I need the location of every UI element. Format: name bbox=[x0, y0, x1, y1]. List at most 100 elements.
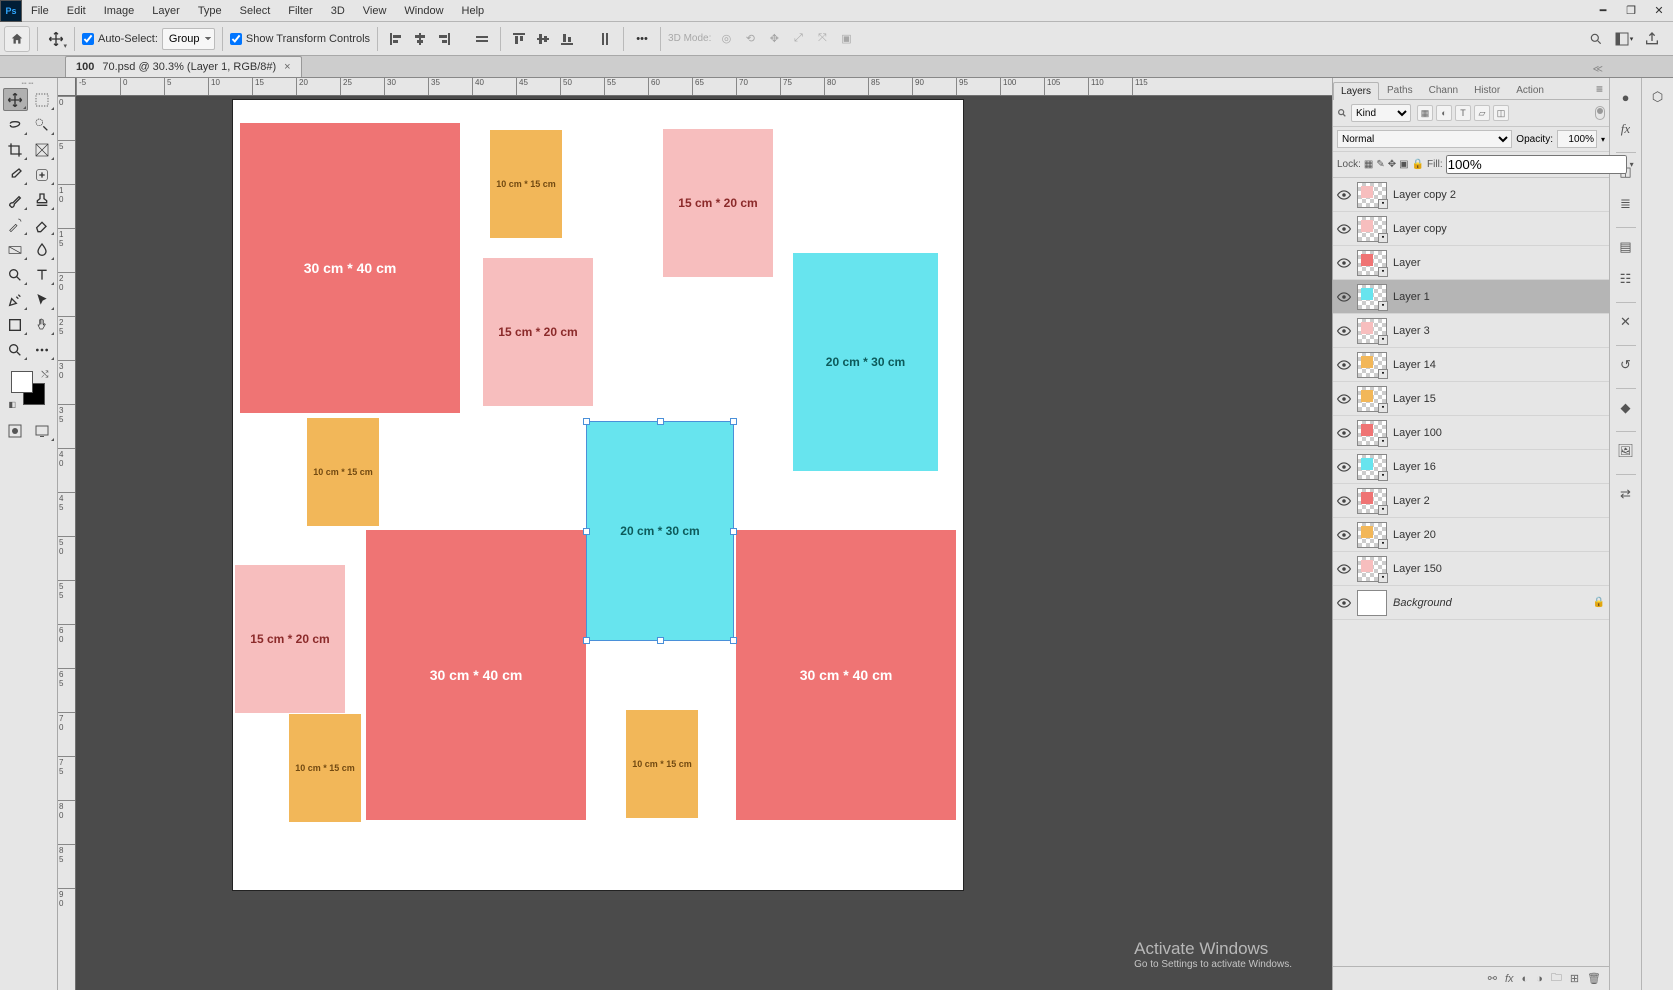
layer-row[interactable]: ▪Layer 20 bbox=[1333, 518, 1609, 552]
quick-mask-icon[interactable] bbox=[3, 419, 28, 442]
layer-name[interactable]: Layer copy 2 bbox=[1393, 189, 1605, 201]
ruler-vertical[interactable]: 051015202530354045505560657075808590 bbox=[58, 96, 76, 990]
history-panel-icon[interactable]: ↺ bbox=[1613, 352, 1639, 378]
align-right-icon[interactable] bbox=[433, 28, 455, 50]
panel-tab-paths[interactable]: Paths bbox=[1379, 81, 1421, 99]
transform-bounding-box[interactable] bbox=[586, 421, 734, 641]
panel-tab-histor[interactable]: Histor bbox=[1466, 81, 1508, 99]
delete-layer-icon[interactable]: 🗑 bbox=[1587, 972, 1601, 985]
share-icon[interactable] bbox=[1641, 28, 1663, 50]
color-swatches[interactable]: ⤭ ◧ bbox=[9, 369, 49, 409]
layer-mask-icon[interactable]: ◐ bbox=[1522, 973, 1529, 985]
align-middle-icon[interactable] bbox=[532, 28, 554, 50]
search-icon[interactable] bbox=[1585, 28, 1607, 50]
close-tab-icon[interactable]: × bbox=[284, 61, 290, 73]
layer-name[interactable]: Layer 150 bbox=[1393, 563, 1605, 575]
filter-adjust-icon[interactable]: ◐ bbox=[1436, 105, 1452, 121]
fill-dropdown-icon[interactable]: ▾ bbox=[1630, 160, 1634, 169]
eyedropper-tool[interactable] bbox=[3, 163, 28, 186]
layer-thumbnail[interactable]: ▪ bbox=[1357, 454, 1387, 480]
layer-thumbnail[interactable]: ▪ bbox=[1357, 522, 1387, 548]
transform-handle[interactable] bbox=[730, 637, 737, 644]
move-tool[interactable] bbox=[3, 88, 28, 111]
crop-tool[interactable] bbox=[3, 138, 28, 161]
layer-row[interactable]: ▪ Layer 14 bbox=[1333, 348, 1609, 382]
transform-controls-checkbox[interactable]: Show Transform Controls bbox=[230, 33, 370, 45]
quick-select-tool[interactable] bbox=[30, 113, 55, 136]
brushes-panel-icon[interactable]: ◆ bbox=[1613, 395, 1639, 421]
visibility-toggle[interactable] bbox=[1337, 426, 1351, 440]
libraries-panel-icon[interactable]: ▤ bbox=[1613, 234, 1639, 260]
transform-handle[interactable] bbox=[730, 418, 737, 425]
visibility-toggle[interactable] bbox=[1337, 222, 1351, 236]
3d-panel-icon[interactable]: ⬡ bbox=[1645, 84, 1671, 110]
frame-tool[interactable] bbox=[30, 138, 55, 161]
minimize-button[interactable]: ━ bbox=[1589, 0, 1617, 22]
layer-row[interactable]: ▪Layer 150 bbox=[1333, 552, 1609, 586]
transform-handle[interactable] bbox=[657, 637, 664, 644]
layer-thumbnail[interactable]: ▪ bbox=[1357, 352, 1387, 378]
maximize-button[interactable]: ❐ bbox=[1617, 0, 1645, 22]
menu-window[interactable]: Window bbox=[395, 5, 452, 17]
more-options-icon[interactable]: ••• bbox=[631, 28, 653, 50]
transform-handle[interactable] bbox=[583, 418, 590, 425]
layer-name[interactable]: Layer 1 bbox=[1393, 291, 1605, 303]
lock-all-icon[interactable]: 🔒 bbox=[1412, 157, 1424, 173]
filter-toggle[interactable] bbox=[1595, 106, 1605, 120]
filter-kind-select[interactable]: Kind bbox=[1351, 104, 1411, 122]
pen-tool[interactable] bbox=[3, 288, 28, 311]
shape-tool[interactable] bbox=[3, 313, 28, 336]
align-center-h-icon[interactable] bbox=[409, 28, 431, 50]
visibility-toggle[interactable] bbox=[1337, 358, 1351, 372]
layer-name[interactable]: Layer 16 bbox=[1393, 461, 1605, 473]
type-tool[interactable] bbox=[30, 263, 55, 286]
foreground-swatch[interactable] bbox=[11, 371, 33, 393]
layer-row[interactable]: ▪Layer 2 bbox=[1333, 484, 1609, 518]
canvas-area[interactable]: -505101520253035404550556065707580859095… bbox=[58, 78, 1332, 990]
default-colors-icon[interactable]: ◧ bbox=[9, 400, 17, 409]
swatches-panel-icon[interactable]: ✕ bbox=[1613, 309, 1639, 335]
canvas-shape[interactable]: 10 cm * 15 cm bbox=[626, 710, 698, 818]
layer-thumbnail[interactable]: ▪ bbox=[1357, 216, 1387, 242]
menu-view[interactable]: View bbox=[354, 5, 396, 17]
lock-position-icon[interactable]: ✥ bbox=[1388, 157, 1396, 173]
link-layers-icon[interactable]: ⚯ bbox=[1488, 972, 1497, 985]
layer-group-icon[interactable]: 🗀 bbox=[1551, 969, 1562, 988]
layer-name[interactable]: Layer 2 bbox=[1393, 495, 1605, 507]
panel-tab-layers[interactable]: Layers bbox=[1333, 82, 1379, 100]
move-tool-icon[interactable]: ▾ bbox=[45, 28, 67, 50]
layer-row[interactable]: ▪ Layer 16 bbox=[1333, 450, 1609, 484]
menu-help[interactable]: Help bbox=[453, 5, 494, 17]
panel-tab-action[interactable]: Action bbox=[1508, 81, 1552, 99]
transform-handle[interactable] bbox=[657, 418, 664, 425]
layer-row[interactable]: ▪Layer 3 bbox=[1333, 314, 1609, 348]
filter-type-icon[interactable]: T bbox=[1455, 105, 1471, 121]
menu-file[interactable]: File bbox=[22, 5, 58, 17]
layer-name[interactable]: Layer 14 bbox=[1393, 359, 1605, 371]
panel-menu-icon[interactable]: ≡ bbox=[1590, 79, 1609, 99]
hand-tool[interactable] bbox=[30, 313, 55, 336]
paragraph-panel-icon[interactable]: ≣ bbox=[1613, 191, 1639, 217]
stamp-tool[interactable] bbox=[30, 188, 55, 211]
auto-select-checkbox[interactable]: Auto-Select: bbox=[82, 33, 158, 45]
lasso-tool[interactable] bbox=[3, 113, 28, 136]
visibility-toggle[interactable] bbox=[1337, 528, 1351, 542]
collapsed-panel-indicator[interactable]: ≪ bbox=[1593, 64, 1603, 75]
layer-name[interactable]: Layer 15 bbox=[1393, 393, 1605, 405]
fx-panel-icon[interactable]: fx bbox=[1613, 116, 1639, 142]
opacity-dropdown-icon[interactable]: ▾ bbox=[1601, 135, 1605, 144]
edit-toolbar[interactable] bbox=[30, 338, 55, 361]
canvas-shape[interactable]: 15 cm * 20 cm bbox=[483, 258, 593, 406]
align-top-icon[interactable] bbox=[508, 28, 530, 50]
fill-input[interactable] bbox=[1446, 155, 1627, 174]
zoom-tool[interactable] bbox=[3, 338, 28, 361]
workspace-switcher-icon[interactable]: ▾ bbox=[1613, 28, 1635, 50]
info-panel-icon[interactable]: 🖼 bbox=[1613, 438, 1639, 464]
gradient-tool[interactable] bbox=[3, 238, 28, 261]
eraser-tool[interactable] bbox=[30, 213, 55, 236]
new-layer-icon[interactable]: ⊞ bbox=[1570, 972, 1579, 985]
color-panel-icon[interactable]: ● bbox=[1613, 84, 1639, 110]
lock-transparency-icon[interactable]: ▦ bbox=[1364, 157, 1373, 173]
canvas-shape[interactable]: 30 cm * 40 cm bbox=[736, 530, 956, 820]
menu-filter[interactable]: Filter bbox=[279, 5, 321, 17]
